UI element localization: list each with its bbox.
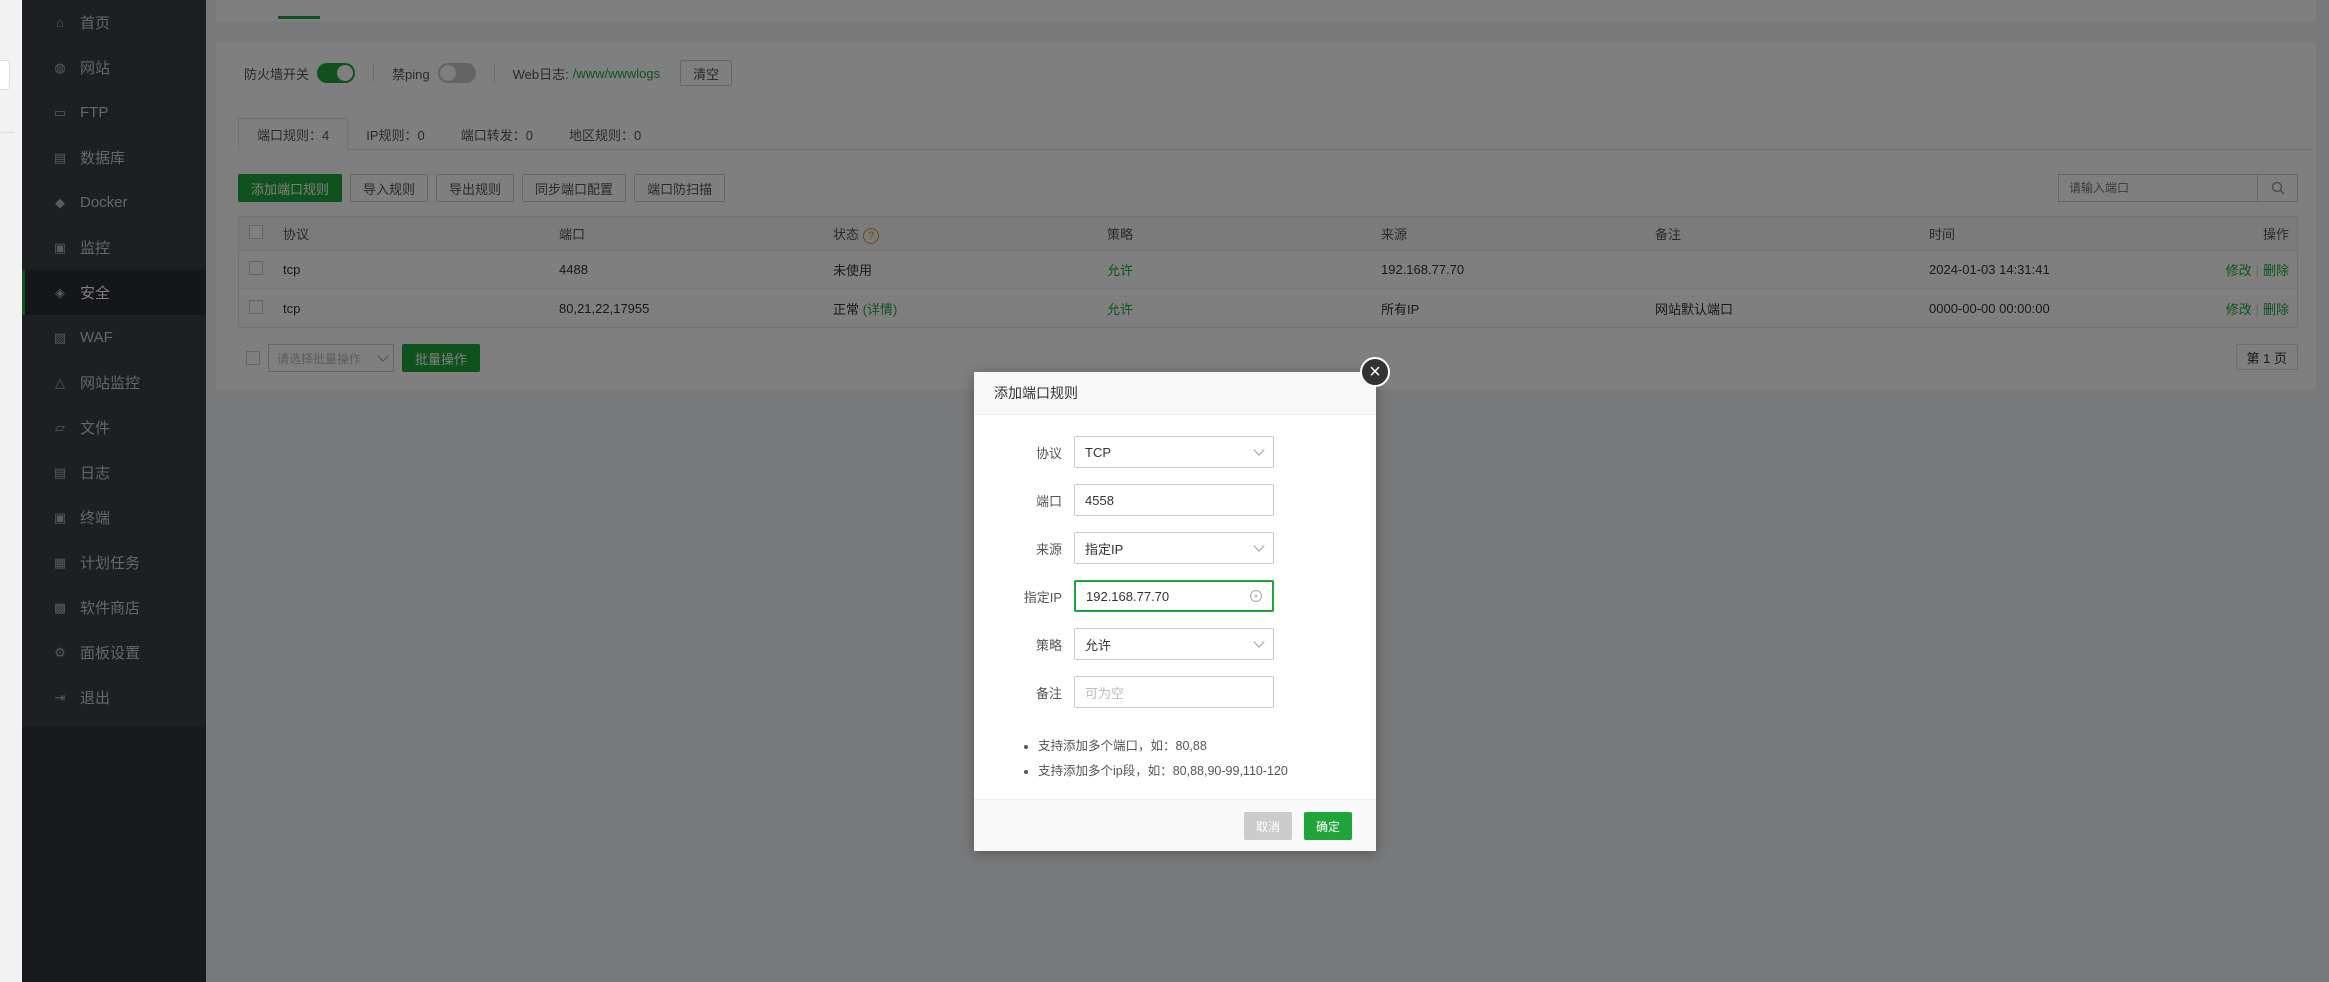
protocol-value: TCP: [1085, 444, 1111, 460]
tip-item: 支持添加多个端口，如：80,88: [1038, 734, 1288, 759]
add-port-rule-dialog: 添加端口规则 协议 TCP 端口 4558 来源 指定IP 指定IP 192.1…: [974, 372, 1376, 851]
help-tips: 支持添加多个端口，如：80,88 支持添加多个ip段，如：80,88,90-99…: [1038, 734, 1288, 784]
source-select[interactable]: 指定IP: [1074, 532, 1274, 564]
port-label: 端口: [1035, 493, 1062, 509]
chevron-down-icon: [1253, 444, 1265, 456]
clear-input-icon[interactable]: ×: [1250, 590, 1262, 602]
ip-label: 指定IP: [1023, 589, 1062, 605]
ip-row: 指定IP 192.168.77.70 ×: [974, 580, 1376, 612]
tip-item: 支持添加多个ip段，如：80,88,90-99,110-120: [1038, 759, 1288, 784]
policy-row: 策略 允许: [974, 628, 1376, 660]
ip-input[interactable]: 192.168.77.70 ×: [1074, 580, 1274, 612]
protocol-row: 协议 TCP: [974, 436, 1376, 468]
policy-value: 允许: [1085, 637, 1112, 653]
source-row: 来源 指定IP: [974, 532, 1376, 564]
note-input[interactable]: 可为空: [1074, 676, 1274, 708]
port-input[interactable]: 4558: [1074, 484, 1274, 516]
chevron-down-icon: [1253, 636, 1265, 648]
note-label: 备注: [1035, 685, 1062, 701]
chevron-down-icon: [1253, 540, 1265, 552]
dialog-footer: 取消 确定: [974, 799, 1376, 851]
browser-left-strip: [0, 0, 22, 982]
policy-label: 策略: [1035, 637, 1062, 653]
close-icon[interactable]: ×: [1360, 357, 1390, 387]
source-label: 来源: [1035, 541, 1062, 557]
protocol-select[interactable]: TCP: [1074, 436, 1274, 468]
collapse-handle[interactable]: [0, 60, 10, 90]
divider: [0, 132, 14, 133]
dialog-title: 添加端口规则: [974, 372, 1376, 415]
ip-value: 192.168.77.70: [1086, 588, 1170, 604]
note-row: 备注 可为空: [974, 676, 1376, 708]
port-row: 端口 4558: [974, 484, 1376, 516]
source-value: 指定IP: [1085, 541, 1124, 557]
confirm-button[interactable]: 确定: [1304, 812, 1353, 840]
protocol-label: 协议: [1035, 445, 1062, 461]
policy-select[interactable]: 允许: [1074, 628, 1274, 660]
cancel-button[interactable]: 取消: [1244, 812, 1293, 840]
